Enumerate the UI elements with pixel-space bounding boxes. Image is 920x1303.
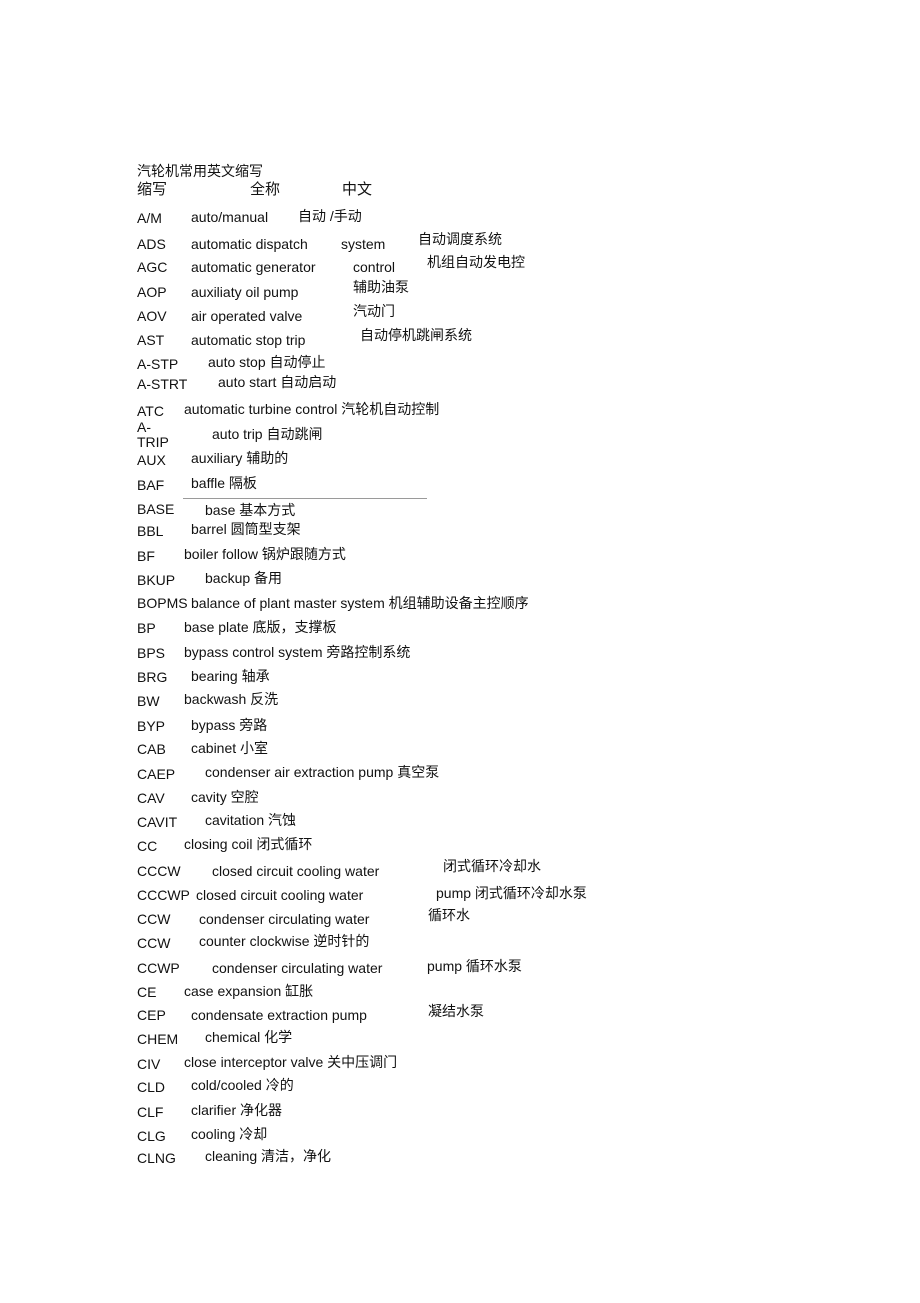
row-abbr: A-STRT	[137, 376, 188, 392]
row-chinese: 凝结水泵	[428, 1003, 484, 1019]
row-abbr: CE	[137, 984, 157, 1000]
row-abbr: CEP	[137, 1007, 166, 1023]
row-full: bearing 轴承	[191, 668, 270, 684]
row-full: auto stop 自动停止	[208, 354, 326, 370]
row-abbr: AOP	[137, 284, 167, 300]
row-abbr: CLF	[137, 1104, 164, 1120]
row-full: air operated valve	[191, 308, 303, 324]
row-full: backwash 反洗	[184, 691, 279, 707]
row-chinese: 闭式循环冷却水	[443, 858, 541, 874]
row-full: condensate extraction pump	[191, 1007, 367, 1023]
row-abbr: ATC	[137, 403, 164, 419]
row-full: counter clockwise 逆时针的	[199, 933, 370, 949]
row-full: closed circuit cooling water	[212, 863, 380, 879]
row-abbr: ADS	[137, 236, 166, 252]
row-chinese: 自动停机跳闸系统	[360, 327, 472, 343]
row-abbr: AGC	[137, 259, 168, 275]
row-abbr: CAEP	[137, 766, 176, 782]
row-full: cabinet 小室	[191, 740, 269, 756]
row-full: condenser air extraction pump 真空泵	[205, 764, 440, 780]
horizontal-rule	[183, 498, 427, 499]
row-full: auto trip 自动跳闸	[212, 426, 323, 442]
row-abbr: CCCWP	[137, 887, 190, 903]
row-full: automatic stop trip	[191, 332, 306, 348]
row-full: cavitation 汽蚀	[205, 812, 297, 828]
row-full: auto/manual	[191, 209, 269, 225]
row-full: automatic generator	[191, 259, 316, 275]
row-full: clarifier 净化器	[191, 1102, 283, 1118]
row-full: base plate 底版，支撑板	[184, 619, 337, 635]
row-full: bypass control system 旁路控制系统	[184, 644, 411, 660]
row-abbr: BRG	[137, 669, 168, 685]
row-full: baffle 隔板	[191, 475, 257, 491]
row-abbr: BAF	[137, 477, 165, 493]
row-abbr: CCW	[137, 911, 171, 927]
header-abbr: 缩写	[137, 181, 168, 198]
row-full: cooling 冷却	[191, 1126, 268, 1142]
header-full: 全称	[250, 181, 281, 198]
row-full: auxiliaty oil pump	[191, 284, 299, 300]
row-abbr: CCWP	[137, 960, 180, 976]
row-full: cold/cooled 冷的	[191, 1077, 294, 1093]
row-full: condenser circulating water	[212, 960, 383, 976]
row-full-cont: control	[353, 259, 396, 275]
row-full: close interceptor valve 关中压调门	[184, 1054, 398, 1070]
row-abbr: CIV	[137, 1056, 161, 1072]
row-abbr: CLG	[137, 1128, 166, 1144]
row-abbr: CAV	[137, 790, 165, 806]
row-chinese: 汽动门	[353, 303, 395, 319]
row-abbr: CCW	[137, 935, 171, 951]
row-full: bypass 旁路	[191, 717, 268, 733]
row-full: auxiliary 辅助的	[191, 450, 289, 466]
row-full: barrel 圆筒型支架	[191, 521, 301, 537]
row-full: auto start 自动启动	[218, 374, 337, 390]
row-abbr: AOV	[137, 308, 167, 324]
row-abbr: BYP	[137, 718, 166, 734]
row-full: balance of plant master system 机组辅助设备主控顺…	[191, 595, 529, 611]
row-chinese: 自动 /手动	[298, 208, 362, 224]
row-chinese: 自动调度系统	[418, 231, 502, 247]
row-abbr: CC	[137, 838, 158, 854]
row-abbr: CHEM	[137, 1031, 179, 1047]
row-abbr: A-TRIP	[137, 420, 169, 448]
row-abbr: A/M	[137, 210, 162, 226]
row-abbr: BW	[137, 693, 160, 709]
row-abbr: AUX	[137, 452, 166, 468]
row-abbr: CLD	[137, 1079, 166, 1095]
row-full: closed circuit cooling water	[196, 887, 364, 903]
row-chinese: pump 闭式循环冷却水泵	[436, 885, 587, 901]
row-abbr: CLNG	[137, 1150, 176, 1166]
row-chinese: pump 循环水泵	[427, 958, 522, 974]
row-abbr: BASE	[137, 501, 175, 517]
row-abbr: AST	[137, 332, 165, 348]
row-full: condenser circulating water	[199, 911, 370, 927]
row-abbr: BOPMS	[137, 595, 188, 611]
row-full: base 基本方式	[205, 502, 296, 518]
row-full: cleaning 清洁，净化	[205, 1148, 332, 1164]
row-full: boiler follow 锅炉跟随方式	[184, 546, 346, 562]
row-chinese: 机组自动发电控	[427, 254, 525, 270]
row-abbr: CAVIT	[137, 814, 178, 830]
row-full: closing coil 闭式循环	[184, 836, 313, 852]
row-abbr: BBL	[137, 523, 164, 539]
row-full: chemical 化学	[205, 1029, 293, 1045]
document-title: 汽轮机常用英文缩写	[137, 163, 263, 179]
row-abbr: A-STP	[137, 356, 179, 372]
row-full-cont: system	[341, 236, 386, 252]
row-full: cavity 空腔	[191, 789, 259, 805]
row-chinese: 辅助油泵	[353, 279, 409, 295]
row-abbr: CAB	[137, 741, 166, 757]
row-abbr: CCCW	[137, 863, 181, 879]
row-abbr: BP	[137, 620, 156, 636]
row-abbr: BF	[137, 548, 155, 564]
row-full: automatic dispatch	[191, 236, 308, 252]
row-abbr: BPS	[137, 645, 166, 661]
row-chinese: 循环水	[428, 907, 470, 923]
row-full: case expansion 缸胀	[184, 983, 314, 999]
row-abbr: BKUP	[137, 572, 176, 588]
header-chinese: 中文	[342, 181, 373, 198]
row-full: backup 备用	[205, 570, 283, 586]
row-full: automatic turbine control 汽轮机自动控制	[184, 401, 440, 417]
